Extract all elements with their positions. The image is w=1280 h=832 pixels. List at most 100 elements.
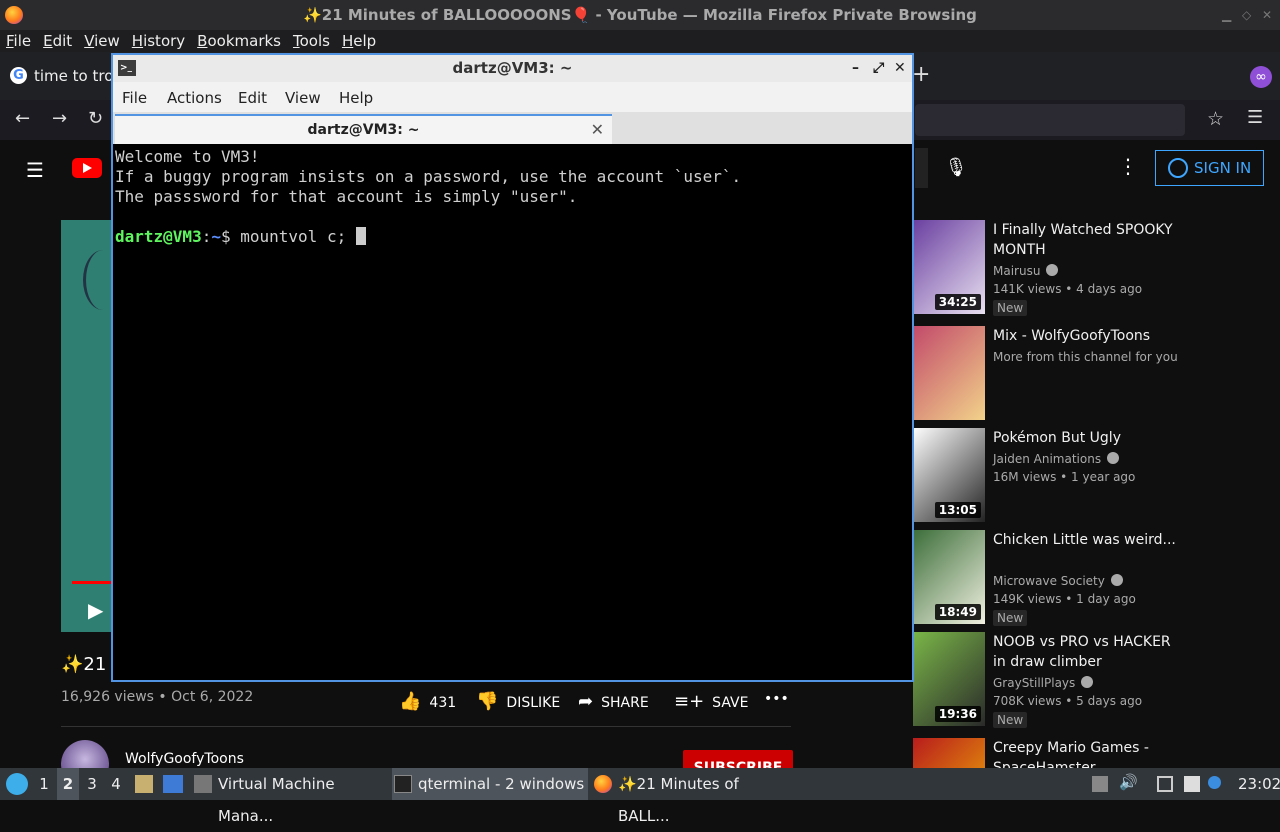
thumbs-up-icon: 👍 bbox=[399, 691, 422, 712]
task-vm-manager[interactable]: Virtual Machine Mana... bbox=[192, 768, 388, 825]
recommendation-title[interactable]: Chicken Little was weird... bbox=[993, 530, 1183, 550]
recommendation-title[interactable]: I Finally Watched SPOOKY MONTH bbox=[993, 220, 1183, 260]
menu-help[interactable]: Help bbox=[342, 30, 376, 52]
video-duration: 13:05 bbox=[934, 502, 981, 518]
url-bar[interactable] bbox=[915, 104, 1185, 136]
new-badge: New bbox=[993, 610, 1028, 626]
update-icon[interactable] bbox=[1208, 776, 1221, 789]
text-cursor bbox=[355, 227, 366, 245]
terminal-menubar: File Actions Edit View Help bbox=[113, 82, 912, 112]
firefox-titlebar: ✨21 Minutes of BALLOOOOONS🎈 - YouTube — … bbox=[0, 0, 1280, 30]
microphone-icon[interactable]: 🎙 bbox=[938, 150, 974, 186]
channel-label: Microwave Society bbox=[993, 574, 1105, 588]
menu-bookmarks[interactable]: Bookmarks bbox=[197, 30, 281, 52]
terminal-menu-edit[interactable]: Edit bbox=[238, 89, 267, 107]
playlist-add-icon: ≡+ bbox=[674, 691, 705, 712]
forward-icon[interactable]: → bbox=[52, 108, 67, 129]
recommendation-channel[interactable]: Microwave Society bbox=[993, 574, 1123, 588]
terminal-window[interactable]: >_ dartz@VM3: ~ – ⤢ ✕ File Actions Edit … bbox=[111, 53, 914, 682]
recommendation-title[interactable]: NOOB vs PRO vs HACKER in draw climber bbox=[993, 632, 1183, 672]
close-icon[interactable]: ✕ bbox=[1262, 0, 1272, 30]
close-tab-icon[interactable]: ✕ bbox=[591, 116, 604, 144]
subscribe-button[interactable]: SUBSCRIBE bbox=[683, 750, 793, 768]
channel-name[interactable]: WolfyGoofyToons bbox=[125, 751, 244, 767]
firefox-icon bbox=[5, 6, 23, 24]
maximize-icon[interactable]: ◇ bbox=[1242, 0, 1251, 30]
notes-icon[interactable] bbox=[1184, 776, 1200, 792]
menu-tools[interactable]: Tools bbox=[293, 30, 330, 52]
dislike-button[interactable]: 👎 DISLIKE bbox=[476, 691, 560, 712]
play-icon[interactable]: ▶ bbox=[88, 598, 103, 622]
more-actions-button[interactable]: ••• bbox=[764, 691, 789, 707]
terminal-menu-view[interactable]: View bbox=[285, 89, 321, 107]
terminal-tab[interactable]: dartz@VM3: ~ ✕ bbox=[115, 114, 612, 144]
workspace-1[interactable]: 1 bbox=[33, 768, 55, 800]
task-firefox[interactable]: ✨21 Minutes of BALL... bbox=[592, 768, 788, 825]
new-badge: New bbox=[993, 712, 1028, 728]
task-qterminal[interactable]: qterminal - 2 windows bbox=[392, 768, 588, 800]
like-button[interactable]: 👍 431 bbox=[399, 691, 456, 712]
recommendation-views: 16M views • 1 year ago bbox=[993, 470, 1136, 484]
share-label: SHARE bbox=[601, 695, 649, 711]
recommendation-channel[interactable]: GrayStillPlays bbox=[993, 676, 1094, 690]
terminal-prompt-line[interactable]: dartz@VM3:~$ mountvol c; bbox=[115, 227, 910, 247]
terminal-icon: >_ bbox=[118, 60, 136, 76]
channel-label: More from this channel for you bbox=[993, 350, 1178, 364]
new-tab-button[interactable]: + bbox=[912, 62, 930, 87]
recommendation-thumbnail[interactable] bbox=[913, 738, 985, 768]
guide-menu-icon[interactable]: ☰ bbox=[26, 158, 44, 182]
recommendation-title[interactable]: Creepy Mario Games - SpaceHamster bbox=[993, 738, 1183, 768]
reload-icon[interactable]: ↻ bbox=[88, 108, 103, 129]
youtube-logo-icon[interactable] bbox=[72, 158, 102, 178]
menu-view[interactable]: View bbox=[84, 30, 120, 52]
recommendation-thumbnail[interactable]: 13:05 bbox=[913, 428, 985, 522]
minimize-icon[interactable]: ▁ bbox=[1222, 0, 1231, 30]
channel-avatar[interactable] bbox=[61, 740, 109, 768]
terminal-output[interactable]: Welcome to VM3! If a buggy program insist… bbox=[115, 147, 910, 678]
share-button[interactable]: ➦ SHARE bbox=[578, 691, 649, 712]
menu-history[interactable]: History bbox=[132, 30, 185, 52]
search-button[interactable] bbox=[915, 148, 928, 188]
files-icon[interactable] bbox=[135, 775, 153, 793]
terminal-titlebar[interactable]: >_ dartz@VM3: ~ – ⤢ ✕ bbox=[113, 55, 912, 82]
recommendation-views: 141K views • 4 days ago bbox=[993, 282, 1143, 296]
recommendation-thumbnail[interactable]: 19:36 bbox=[913, 632, 985, 726]
terminal-menu-help[interactable]: Help bbox=[339, 89, 373, 107]
bookmark-star-icon[interactable]: ☆ bbox=[1207, 108, 1224, 130]
menu-edit[interactable]: Edit bbox=[43, 30, 72, 52]
recommendation-channel[interactable]: Jaiden Animations bbox=[993, 452, 1120, 466]
workspace-2[interactable]: 2 bbox=[57, 768, 79, 800]
verified-icon bbox=[1046, 264, 1059, 276]
close-icon[interactable]: ✕ bbox=[894, 55, 906, 82]
terminal-menu-actions[interactable]: Actions bbox=[167, 89, 222, 107]
network-icon[interactable] bbox=[1157, 776, 1173, 792]
thumbs-down-icon: 👎 bbox=[476, 691, 499, 712]
maximize-icon[interactable]: ⤢ bbox=[873, 55, 884, 82]
dislike-label: DISLIKE bbox=[506, 695, 561, 711]
recommendation-title[interactable]: Mix - WolfyGoofyToons bbox=[993, 326, 1183, 346]
desktop-icon[interactable] bbox=[163, 775, 183, 793]
recommendation-thumbnail[interactable]: 34:25 bbox=[913, 220, 985, 314]
recommendation-channel[interactable]: More from this channel for you bbox=[993, 350, 1178, 364]
volume-icon[interactable]: 🔊 bbox=[1119, 773, 1138, 791]
app-menu-icon[interactable]: ☰ bbox=[1247, 107, 1263, 128]
recommendation-views: 708K views • 5 days ago bbox=[993, 694, 1143, 708]
terminal-menu-file[interactable]: File bbox=[122, 89, 147, 107]
recommendation-channel[interactable]: Mairusu bbox=[993, 264, 1059, 278]
recommendation-thumbnail[interactable] bbox=[913, 326, 985, 420]
more-options-icon[interactable]: ⋮ bbox=[1118, 154, 1138, 178]
sign-in-button[interactable]: SIGN IN bbox=[1155, 150, 1264, 186]
back-icon[interactable]: ← bbox=[15, 108, 30, 129]
minimize-icon[interactable]: – bbox=[852, 55, 859, 82]
firefox-menubar: File Edit View History Bookmarks Tools Help bbox=[0, 30, 1280, 52]
application-launcher-icon[interactable] bbox=[6, 773, 28, 795]
clipboard-icon[interactable] bbox=[1092, 776, 1108, 792]
recommendation-title[interactable]: Pokémon But Ugly bbox=[993, 428, 1183, 448]
workspace-4[interactable]: 4 bbox=[105, 768, 127, 800]
workspace-3[interactable]: 3 bbox=[81, 768, 103, 800]
recommendation-thumbnail[interactable]: 18:49 bbox=[913, 530, 985, 624]
menu-file[interactable]: File bbox=[6, 30, 31, 52]
command-input[interactable]: mountvol c; bbox=[240, 227, 356, 246]
save-button[interactable]: ≡+ SAVE bbox=[674, 691, 748, 712]
clock[interactable]: 23:02 bbox=[1238, 768, 1280, 800]
